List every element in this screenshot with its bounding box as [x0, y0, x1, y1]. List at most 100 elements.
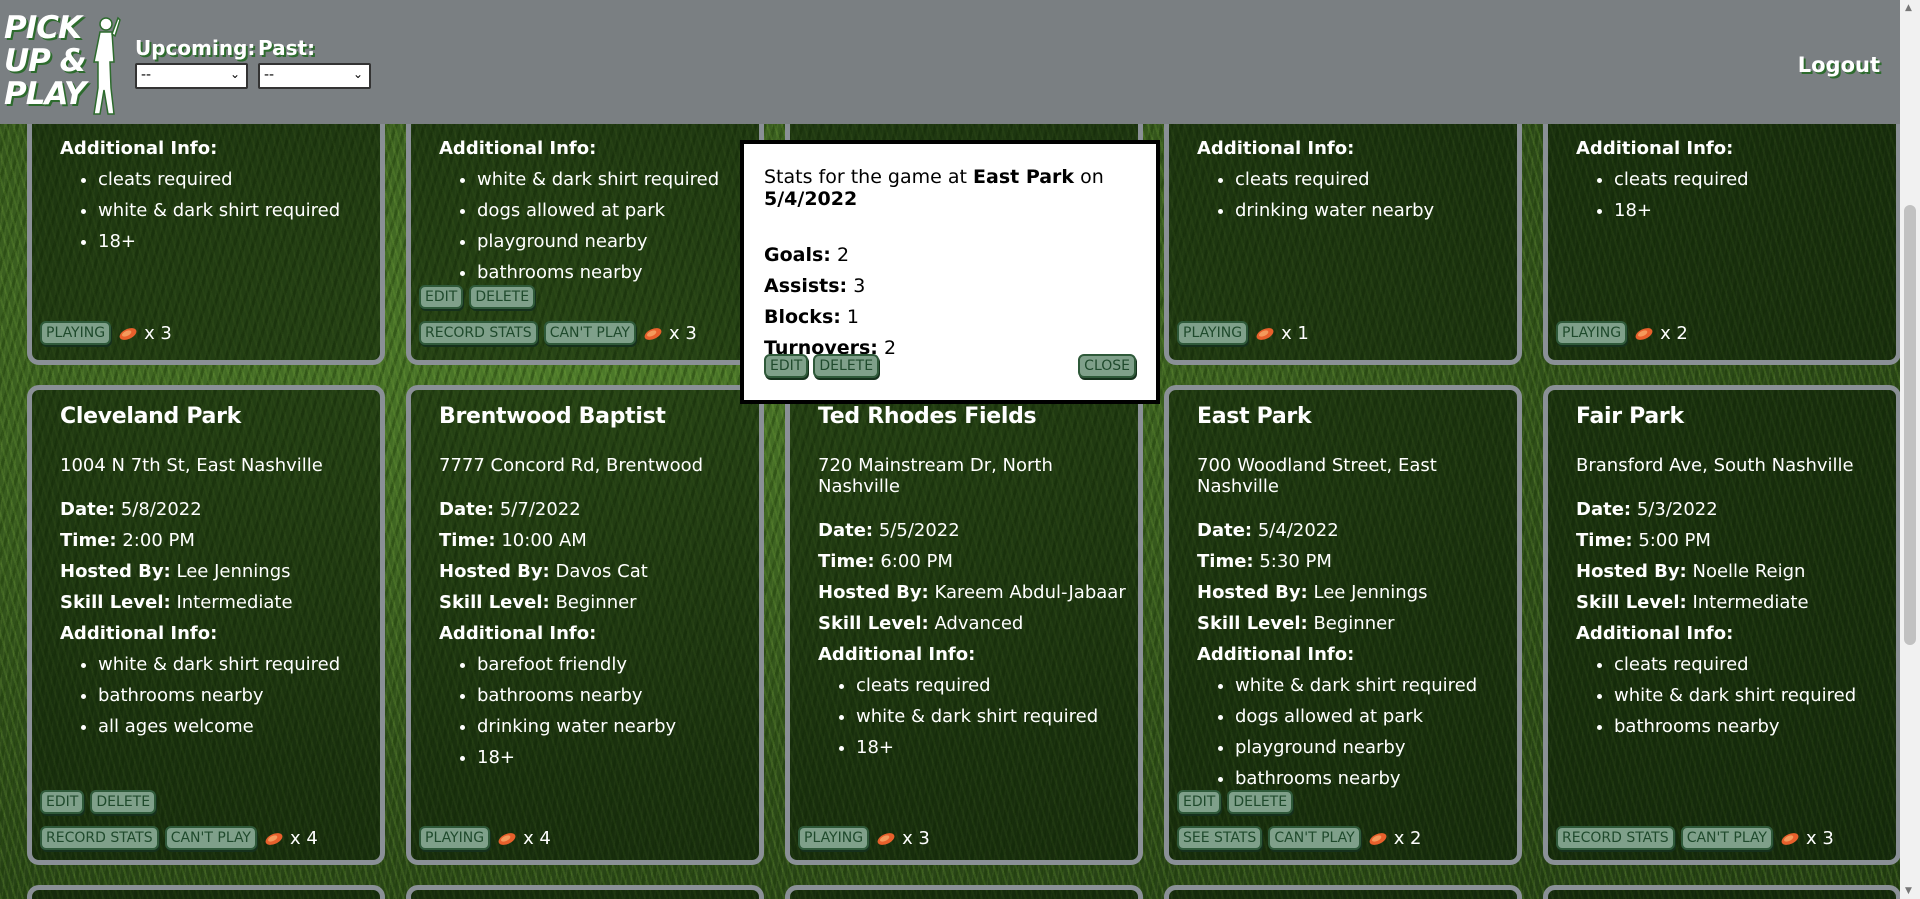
- card-actions: PLAYING x 3: [40, 321, 172, 345]
- additional-info-label: Additional Info:: [1197, 138, 1355, 159]
- additional-info-label: Additional Info:: [60, 623, 218, 644]
- scrollbar-thumb[interactable]: [1904, 205, 1916, 645]
- time-label: Time:: [60, 530, 117, 551]
- player-count: x 3: [902, 827, 930, 849]
- date-value: 5/5/2022: [878, 520, 960, 541]
- additional-info-label: Additional Info:: [60, 138, 218, 159]
- game-card: [27, 885, 385, 899]
- park-name: Brentwood Baptist: [439, 404, 666, 429]
- list-item: drinking water nearby: [1235, 195, 1434, 226]
- skill-value: Advanced: [934, 613, 1024, 634]
- additional-info-label: Additional Info:: [818, 644, 976, 665]
- edit-stats-button[interactable]: EDIT: [764, 354, 809, 378]
- record-stats-button[interactable]: RECORD STATS: [1556, 826, 1675, 850]
- stats-list: Goals: 2 Assists: 3 Blocks: 1 Turnovers:…: [764, 240, 1156, 364]
- upcoming-select[interactable]: -- ⌄: [135, 63, 248, 89]
- delete-button[interactable]: DELETE: [1227, 790, 1294, 814]
- playing-button[interactable]: PLAYING: [1177, 321, 1249, 345]
- park-name: East Park: [1197, 404, 1312, 429]
- player-silhouette-icon: [93, 16, 121, 115]
- additional-info-list: cleats required drinking water nearby: [1197, 164, 1434, 226]
- scroll-down-arrow-icon[interactable]: ▼: [1905, 886, 1912, 896]
- pick-up-and-play-logo[interactable]: PICK UP & PLAY: [0, 8, 125, 120]
- skill-label: Skill Level:: [60, 592, 171, 613]
- cant-play-button[interactable]: CAN'T PLAY: [543, 321, 636, 345]
- upcoming-label: Upcoming:: [135, 36, 256, 60]
- list-item: bathrooms nearby: [477, 680, 759, 711]
- delete-button[interactable]: DELETE: [90, 790, 157, 814]
- title-prefix: Stats for the game at: [764, 166, 967, 188]
- record-stats-button[interactable]: RECORD STATS: [419, 321, 538, 345]
- frisbee-icon: [1256, 328, 1274, 340]
- stats-park-name: East Park: [973, 166, 1075, 188]
- time-row: Time: 10:00 AM: [439, 525, 759, 556]
- skill-row: Skill Level: Beginner: [439, 587, 759, 618]
- frisbee-icon: [265, 833, 283, 845]
- stats-date: 5/4/2022: [764, 188, 858, 210]
- time-label: Time:: [439, 530, 496, 551]
- cant-play-button[interactable]: CAN'T PLAY: [1680, 826, 1773, 850]
- playing-button[interactable]: PLAYING: [40, 321, 112, 345]
- close-button[interactable]: CLOSE: [1078, 354, 1136, 378]
- game-card-brentwood-baptist: Brentwood Baptist 7777 Concord Rd, Brent…: [406, 385, 764, 865]
- player-count: x 3: [144, 322, 172, 344]
- frisbee-icon: [1781, 833, 1799, 845]
- edit-button[interactable]: EDIT: [40, 790, 85, 814]
- player-count: x 2: [1393, 827, 1422, 849]
- cant-play-button[interactable]: CAN'T PLAY: [164, 826, 257, 850]
- skill-label: Skill Level:: [1197, 613, 1308, 634]
- park-address: 700 Woodland Street, East Nashville: [1197, 455, 1437, 497]
- delete-stats-button[interactable]: DELETE: [813, 354, 880, 378]
- upcoming-selected-value: --: [141, 67, 152, 83]
- playing-button[interactable]: PLAYING: [419, 826, 491, 850]
- past-select[interactable]: -- ⌄: [258, 63, 371, 89]
- date-value: 5/4/2022: [1257, 520, 1339, 541]
- time-row: Time: 6:00 PM: [818, 546, 1138, 577]
- additional-info-list: barefoot friendly bathrooms nearby drink…: [439, 649, 759, 773]
- stats-modal-title: Stats for the game at East Park on 5/4/2…: [764, 166, 1156, 210]
- record-stats-button[interactable]: RECORD STATS: [40, 826, 159, 850]
- playing-button[interactable]: PLAYING: [1556, 321, 1628, 345]
- host-row: Hosted By: Noelle Reign: [1576, 556, 1896, 587]
- skill-row: Skill Level: Intermediate: [1576, 587, 1896, 618]
- additional-info-list: cleats required white & dark shirt requi…: [60, 164, 340, 257]
- date-row: Date: 5/3/2022: [1576, 494, 1896, 525]
- host-value: Lee Jennings: [176, 561, 291, 582]
- date-label: Date:: [818, 520, 874, 541]
- blocks-row: Blocks: 1: [764, 302, 1156, 333]
- player-count: x 4: [523, 827, 551, 849]
- park-address: 7777 Concord Rd, Brentwood: [439, 455, 704, 476]
- additional-info-list: cleats required 18+: [1576, 164, 1749, 226]
- see-stats-button[interactable]: SEE STATS: [1177, 826, 1263, 850]
- scroll-up-arrow-icon[interactable]: ▲: [1905, 3, 1912, 13]
- date-label: Date:: [439, 499, 495, 520]
- logout-link[interactable]: Logout: [1798, 53, 1880, 77]
- time-row: Time: 2:00 PM: [60, 525, 380, 556]
- time-label: Time:: [1576, 530, 1633, 551]
- edit-button[interactable]: EDIT: [419, 285, 464, 309]
- frisbee-icon: [119, 328, 137, 340]
- date-label: Date:: [1197, 520, 1253, 541]
- host-label: Hosted By:: [818, 582, 929, 603]
- card-actions: SEE STATS CAN'T PLAY x 2: [1177, 826, 1422, 850]
- game-card-ted-rhodes-fields: Ted Rhodes Fields 720 Mainstream Dr, Nor…: [785, 385, 1143, 865]
- cant-play-button[interactable]: CAN'T PLAY: [1268, 826, 1361, 850]
- list-item: cleats required: [856, 670, 1138, 701]
- list-item: 18+: [856, 732, 1138, 763]
- list-item: white & dark shirt required: [1614, 680, 1896, 711]
- time-label: Time:: [1197, 551, 1254, 572]
- assists-label: Assists:: [764, 275, 848, 297]
- playing-button[interactable]: PLAYING: [798, 826, 870, 850]
- frisbee-icon: [1369, 833, 1387, 845]
- player-count: x 4: [289, 827, 318, 849]
- delete-button[interactable]: DELETE: [469, 285, 536, 309]
- edit-button[interactable]: EDIT: [1177, 790, 1222, 814]
- additional-info-label: Additional Info:: [439, 623, 597, 644]
- list-item: cleats required: [98, 164, 340, 195]
- card-owner-actions: EDIT DELETE: [1177, 790, 1294, 814]
- game-card: [1164, 885, 1522, 899]
- list-item: barefoot friendly: [477, 649, 759, 680]
- skill-row: Skill Level: Beginner: [1197, 608, 1517, 639]
- page-scrollbar[interactable]: ▲ ▼: [1900, 0, 1920, 899]
- date-row: Date: 5/8/2022: [60, 494, 380, 525]
